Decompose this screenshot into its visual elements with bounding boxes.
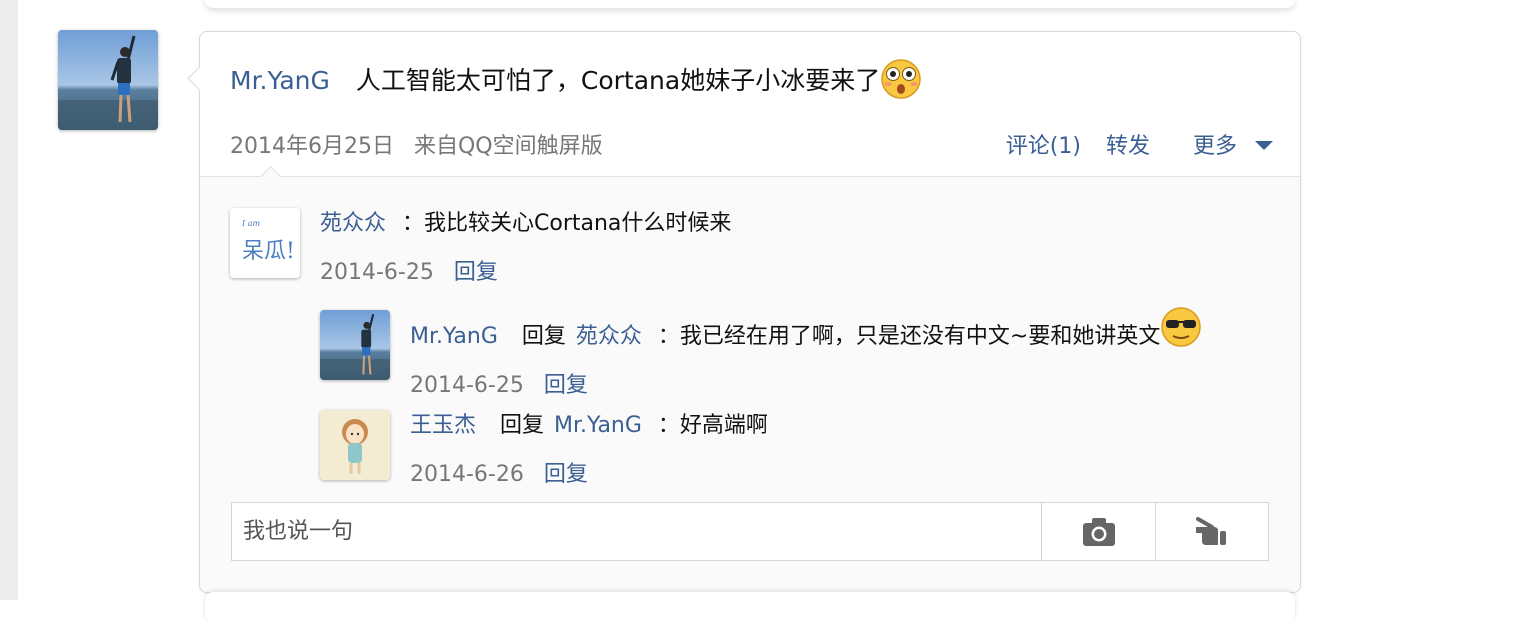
reply-date: 2014-6-26 <box>410 462 524 487</box>
next-card-edge <box>205 592 1295 622</box>
reply-text: ：好高端啊 <box>657 413 768 438</box>
post-date: 2014年6月25日 <box>230 134 394 159</box>
camera-button[interactable] <box>1041 503 1155 560</box>
reply-target-name[interactable]: Mr.YanG <box>554 413 642 438</box>
card-pointer <box>187 66 212 91</box>
reply-word: 回复 <box>500 413 545 438</box>
comments-notch <box>259 165 282 188</box>
reply-date: 2014-6-25 <box>410 373 524 398</box>
camera-icon <box>1082 517 1115 546</box>
shocked-face-emoji-icon <box>880 58 922 106</box>
hand-gesture-icon <box>1195 516 1226 545</box>
commenter-avatar[interactable]: I am 呆瓜! <box>230 208 300 278</box>
comment-date: 2014-6-25 <box>320 260 434 285</box>
reply-button[interactable]: 回复 <box>544 462 588 487</box>
comment-meta: 2014-6-25 回复 <box>320 254 498 286</box>
post-author-name[interactable]: Mr.YanG <box>230 66 330 95</box>
more-label: 更多 <box>1192 134 1237 159</box>
reply-author-avatar[interactable] <box>320 410 390 480</box>
comment-text: ：我比较关心Cortana什么时候来 <box>402 211 732 236</box>
comment-input[interactable] <box>232 503 1043 560</box>
feed-post-card: Mr.YanG 人工智能太可怕了，Cortana她妹子小冰要来了 2014年6月2… <box>187 31 1301 593</box>
reply-meta: 2014-6-25 回复 <box>410 367 588 399</box>
comment-input-box <box>231 502 1269 561</box>
reply-author-avatar[interactable] <box>320 310 390 380</box>
reply-line: 王玉杰 回复 Mr.YanG ：好高端啊 <box>410 407 768 439</box>
comment-button[interactable]: 评论(1) <box>1006 134 1081 159</box>
reply-line: Mr.YanG 回复 苑众众 ：我已经在用了啊，只是还没有中文~要和她讲英文 <box>410 307 1202 354</box>
cartoon-girl-image <box>320 410 390 480</box>
avatar-big-text: 呆瓜! <box>242 239 295 264</box>
left-rail <box>0 0 18 600</box>
emoji-button[interactable] <box>1155 503 1269 560</box>
post-actions: 评论(1) 转发 更多 <box>988 128 1273 160</box>
beach-photo-image <box>320 310 390 380</box>
beach-photo-image <box>58 30 158 130</box>
post-author-avatar[interactable] <box>58 30 158 130</box>
commenter-name[interactable]: 苑众众 <box>320 211 386 236</box>
share-button[interactable]: 转发 <box>1106 134 1150 159</box>
text-avatar-image: I am 呆瓜! <box>230 208 300 278</box>
more-button[interactable]: 更多 <box>1175 134 1273 159</box>
reply-meta: 2014-6-26 回复 <box>410 456 588 488</box>
comments-section: I am 呆瓜! 苑众众 ：我比较关心Cortana什么时候来 2014-6-25… <box>200 165 1300 592</box>
comment-line: 苑众众 ：我比较关心Cortana什么时候来 <box>320 205 731 237</box>
reply-button[interactable]: 回复 <box>544 373 588 398</box>
reply-button[interactable]: 回复 <box>454 260 498 285</box>
reply-author-name[interactable]: 王玉杰 <box>410 413 476 438</box>
reply-text: ：我已经在用了啊，只是还没有中文~要和她讲英文 <box>657 324 1161 349</box>
reply-author-name[interactable]: Mr.YanG <box>410 324 498 349</box>
reply-target-name[interactable]: 苑众众 <box>576 324 642 349</box>
avatar-small-text: I am <box>241 219 260 228</box>
post-text: 人工智能太可怕了，Cortana她妹子小冰要来了 <box>355 66 881 95</box>
post-content-line: Mr.YanG 人工智能太可怕了，Cortana她妹子小冰要来了 <box>230 58 922 106</box>
previous-card-edge <box>205 0 1295 8</box>
post-source: 来自QQ空间触屏版 <box>413 134 603 159</box>
reply-word: 回复 <box>521 324 566 349</box>
post-meta: 2014年6月25日 来自QQ空间触屏版 <box>230 128 603 160</box>
caret-down-icon <box>1255 140 1273 150</box>
cool-sunglasses-emoji-icon <box>1160 306 1202 354</box>
